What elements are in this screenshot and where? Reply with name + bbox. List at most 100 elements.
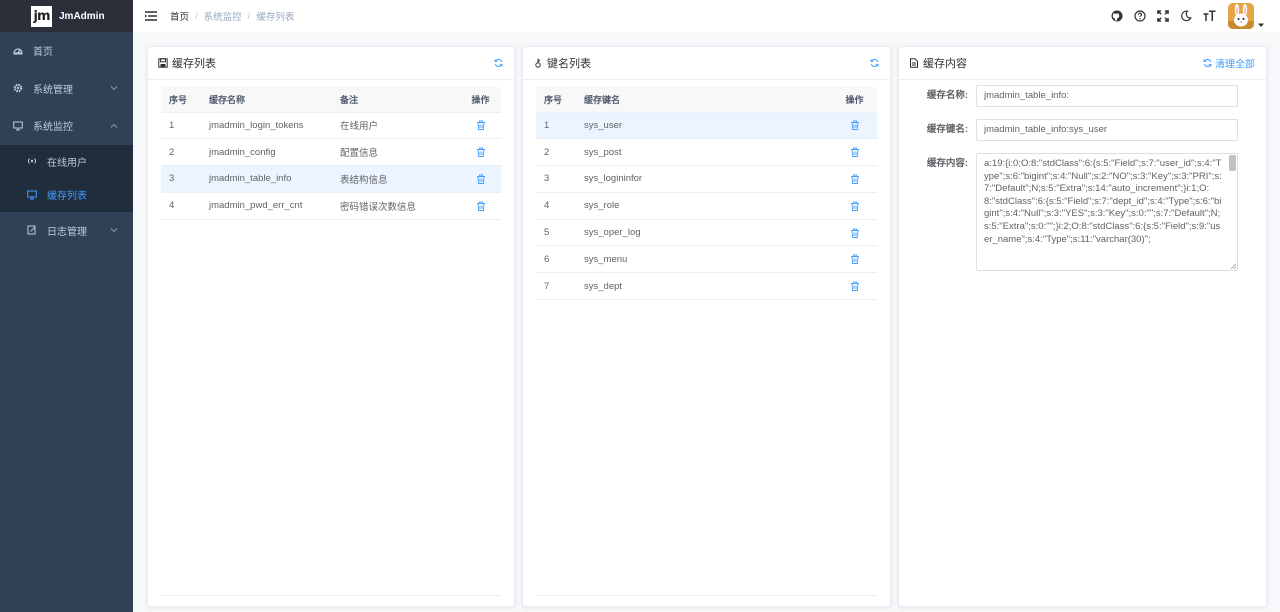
table-row[interactable]: 7 sys_dept <box>536 272 877 301</box>
user-dropdown[interactable] <box>1228 3 1264 29</box>
hamburger-icon[interactable] <box>144 9 158 23</box>
delete-icon[interactable] <box>850 254 860 265</box>
cell-no: 1 <box>536 112 576 140</box>
refresh-key-list-button[interactable] <box>870 59 879 68</box>
table-row[interactable]: 4 sys_role <box>536 192 877 220</box>
cache-content-text: a:19:{i:0;O:8:"stdClass":6:{s:5:"Field";… <box>984 158 1222 245</box>
table-row[interactable]: 4 jmadmin_pwd_err_cnt 密码错误次数信息 <box>161 192 501 220</box>
cell-actions <box>832 165 877 193</box>
column-header: 操作 <box>832 87 877 113</box>
monitor-icon <box>13 121 23 131</box>
delete-icon[interactable] <box>476 201 486 211</box>
help-icon[interactable] <box>1133 9 1147 23</box>
column-header: 缓存名称 <box>201 87 332 113</box>
table-row[interactable]: 6 sys_menu <box>536 245 877 274</box>
cell-no: 3 <box>161 165 201 193</box>
table-row-selected[interactable]: 3 jmadmin_table_info 表结构信息 <box>161 165 501 193</box>
delete-icon[interactable] <box>850 201 860 211</box>
cell-remark: 密码错误次数信息 <box>332 192 460 220</box>
scrollbar-thumb[interactable] <box>1229 155 1236 171</box>
fullscreen-icon[interactable] <box>1156 9 1170 23</box>
cache-content-title: 缓存内容 <box>923 58 967 70</box>
chevron-up-icon <box>110 123 118 128</box>
dark-mode-icon[interactable] <box>1179 9 1193 23</box>
cache-name-input[interactable]: jmadmin_table_info: <box>976 85 1238 107</box>
sidebar-item-log-manage[interactable]: 日志管理 <box>0 212 133 250</box>
dashboard-icon <box>13 46 23 56</box>
delete-icon[interactable] <box>850 228 860 238</box>
cell-actions <box>832 272 877 301</box>
key-icon <box>533 58 543 68</box>
sidebar-item-label: 缓存列表 <box>47 191 87 203</box>
cache-content-textarea[interactable]: a:19:{i:0;O:8:"stdClass":6:{s:5:"Field";… <box>976 153 1238 271</box>
cache-content-card: 缓存内容 清理全部 缓存名称: jmadmin_table_info: 缓存键名… <box>898 46 1267 607</box>
cell-no: 1 <box>161 112 201 140</box>
column-header: 操作 <box>460 87 501 113</box>
table-row[interactable]: 5 sys_oper_log <box>536 219 877 247</box>
sidebar: jm JmAdmin 首页 系统管理 系统监控 在线用户 缓存列表 日志管理 <box>0 0 133 612</box>
cell-actions <box>460 165 501 193</box>
sidebar-item-system-manage[interactable]: 系统管理 <box>0 70 133 108</box>
delete-icon[interactable] <box>850 281 860 292</box>
github-icon[interactable] <box>1110 9 1124 23</box>
cache-key-input[interactable]: jmadmin_table_info:sys_user <box>976 119 1238 141</box>
sidebar-item-label: 系统监控 <box>33 122 73 134</box>
resize-handle-icon[interactable] <box>1230 263 1236 269</box>
table-row[interactable]: 3 sys_logininfor <box>536 165 877 193</box>
sidebar-item-system-monitor[interactable]: 系统监控 <box>0 107 133 145</box>
chevron-down-icon <box>110 228 118 233</box>
delete-icon[interactable] <box>850 147 860 158</box>
cell-no: 3 <box>536 165 576 193</box>
table-row[interactable]: 2 jmadmin_config 配置信息 <box>161 138 501 167</box>
delete-icon[interactable] <box>850 120 860 131</box>
app-main: 缓存列表 序号 缓存名称 备注 操作 1 jmadmin_login_token… <box>133 32 1280 612</box>
key-table: 序号 缓存键名 操作 1 sys_user 2 sys_post 3 sys_l… <box>536 87 877 596</box>
font-size-icon[interactable] <box>1202 9 1216 23</box>
cell-key: sys_dept <box>576 272 832 301</box>
app-name: JmAdmin <box>59 10 105 22</box>
cell-key: sys_user <box>576 112 832 140</box>
monitor-icon <box>27 190 37 200</box>
form-label: 缓存内容: <box>926 158 968 169</box>
caret-down-icon <box>1258 23 1264 27</box>
submenu-system-monitor: 在线用户 缓存列表 <box>0 144 133 212</box>
breadcrumb-system-monitor[interactable]: 系统监控 <box>204 9 242 23</box>
table-header-row: 序号 缓存名称 备注 操作 <box>161 87 501 113</box>
sidebar-item-cache-list[interactable]: 缓存列表 <box>0 178 133 212</box>
breadcrumb-cache-list: 缓存列表 <box>256 12 295 23</box>
key-list-title: 键名列表 <box>547 58 591 70</box>
delete-icon[interactable] <box>850 174 860 184</box>
cell-no: 7 <box>536 272 576 301</box>
cell-actions <box>460 138 501 167</box>
cell-key: sys_logininfor <box>576 165 832 193</box>
table-row-selected[interactable]: 1 sys_user <box>536 112 877 140</box>
cell-no: 2 <box>536 138 576 167</box>
cell-name: jmadmin_config <box>201 138 332 167</box>
cell-no: 4 <box>161 192 201 220</box>
refresh-cache-list-button[interactable] <box>494 59 503 68</box>
breadcrumb-home[interactable]: 首页 <box>170 9 189 23</box>
sidebar-item-online-users[interactable]: 在线用户 <box>0 145 133 179</box>
form-row-cache-name: 缓存名称: jmadmin_table_info: <box>899 85 1266 107</box>
cell-remark: 在线用户 <box>332 112 460 140</box>
column-header: 序号 <box>161 87 201 113</box>
gear-icon <box>13 83 23 93</box>
clear-all-button[interactable]: 清理全部 <box>1203 56 1255 71</box>
card-header: 键名列表 <box>523 47 890 80</box>
breadcrumb-separator: / <box>247 10 251 22</box>
delete-icon[interactable] <box>476 120 486 131</box>
cell-key: sys_oper_log <box>576 219 832 247</box>
cell-actions <box>832 112 877 140</box>
cell-remark: 配置信息 <box>332 138 460 167</box>
delete-icon[interactable] <box>476 174 486 184</box>
sidebar-item-home[interactable]: 首页 <box>0 32 133 70</box>
refresh-icon <box>870 59 879 67</box>
sidebar-item-label: 在线用户 <box>47 157 87 169</box>
card-title: 缓存内容 <box>909 55 967 71</box>
floppy-icon <box>158 58 168 68</box>
delete-icon[interactable] <box>476 147 486 158</box>
logo[interactable]: jm JmAdmin <box>0 0 133 32</box>
table-row[interactable]: 1 jmadmin_login_tokens 在线用户 <box>161 112 501 140</box>
cache-table: 序号 缓存名称 备注 操作 1 jmadmin_login_tokens 在线用… <box>161 87 501 596</box>
table-row[interactable]: 2 sys_post <box>536 138 877 167</box>
